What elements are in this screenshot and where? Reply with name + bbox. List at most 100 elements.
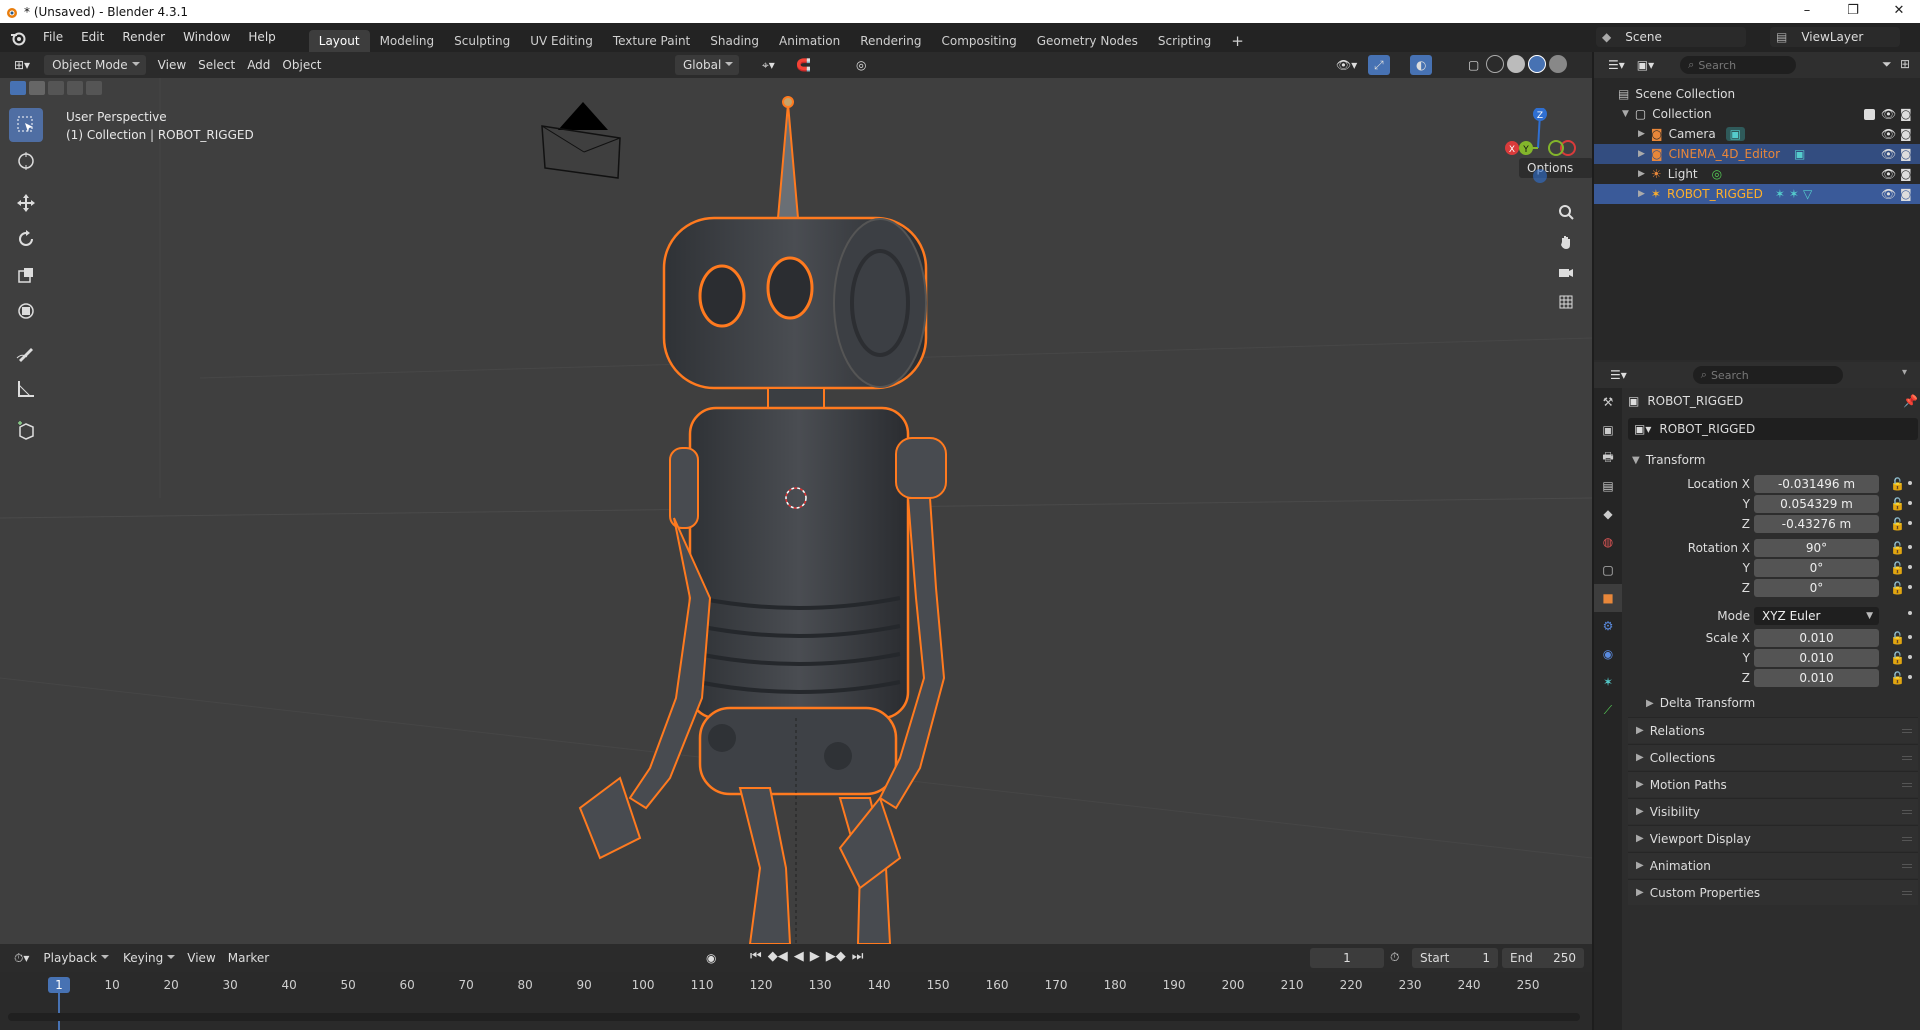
navigation-gizmo[interactable]: Z Y X <box>1498 108 1578 188</box>
expand-robot-icon[interactable]: ▶ <box>1638 189 1645 199</box>
menu-render[interactable]: Render <box>113 23 174 52</box>
hide-cinema-icon[interactable]: 👁 <box>1881 147 1896 161</box>
pivot-icon[interactable]: ⌖▾ <box>756 55 781 75</box>
data-tab-icon[interactable]: ⟋ <box>1594 696 1622 724</box>
gizmo-toggle-icon[interactable]: ⤢ <box>1368 55 1390 75</box>
drag-grip-icon[interactable] <box>1902 864 1912 868</box>
modifiers-tab-icon[interactable]: ⚙ <box>1594 612 1622 640</box>
cursor-tool[interactable] <box>9 144 43 178</box>
prev-key-icon[interactable]: ◆◀ <box>768 949 788 964</box>
end-frame-field[interactable]: End 250 <box>1502 948 1584 968</box>
physics-tab-icon[interactable]: ◉ <box>1594 640 1622 668</box>
delta-transform-subpanel[interactable]: ▶ Delta Transform <box>1646 690 1918 716</box>
ortho-grid-icon[interactable] <box>1552 288 1580 316</box>
world-tab-icon[interactable]: ◍ <box>1594 528 1622 556</box>
tab-compositing[interactable]: Compositing <box>931 30 1026 52</box>
tab-rendering[interactable]: Rendering <box>850 30 931 52</box>
restore-icon[interactable]: ❐ <box>1830 0 1876 23</box>
mode-dropdown[interactable]: Object Mode <box>44 55 146 75</box>
select-extend-icon[interactable] <box>29 81 45 95</box>
render-camera-icon[interactable]: ◙ <box>1900 127 1912 141</box>
filter-icon[interactable]: ⏷ <box>1882 57 1892 72</box>
expand-cinema-icon[interactable]: ▶ <box>1638 149 1645 159</box>
keyframe-dot[interactable] <box>1908 481 1912 485</box>
constraints-tab-icon[interactable]: ✶ <box>1594 668 1622 696</box>
timeline[interactable]: 10 20 30 40 50 60 70 80 90 100 110 120 130 140 150 160 1… <box>0 972 1592 1030</box>
properties-editor-icon[interactable]: ☰▾ <box>1604 365 1633 385</box>
menu-select[interactable]: Select <box>192 55 241 75</box>
rotate-tool[interactable] <box>9 222 43 256</box>
menu-keying[interactable]: Keying <box>115 948 181 968</box>
view-layer-selector[interactable]: ▤ ViewLayer <box>1770 27 1900 47</box>
outliner-search[interactable]: ⌕ Search <box>1680 56 1797 74</box>
lock-icon[interactable]: 🔓 <box>1890 477 1905 491</box>
collection-tab-icon[interactable]: ▢ <box>1594 556 1622 584</box>
rotation-z-field[interactable]: 0° <box>1754 579 1879 597</box>
tab-texture-paint[interactable]: Texture Paint <box>603 30 700 52</box>
solid-shading-icon[interactable] <box>1507 55 1525 73</box>
lock-icon[interactable]: 🔓 <box>1890 631 1905 645</box>
drag-grip-icon[interactable] <box>1902 810 1912 814</box>
keyframe-dot[interactable] <box>1908 655 1912 659</box>
blender-menu-icon[interactable] <box>10 30 26 46</box>
drag-grip-icon[interactable] <box>1902 837 1912 841</box>
scale-z-field[interactable]: 0.010 <box>1754 669 1879 687</box>
tab-uv-editing[interactable]: UV Editing <box>520 30 603 52</box>
pin-icon[interactable]: 📌 <box>1903 394 1918 408</box>
transform-tool[interactable] <box>9 294 43 328</box>
annotate-tool[interactable] <box>9 336 43 370</box>
snap-icon[interactable]: 🧲 <box>790 55 817 75</box>
select-subtract-icon[interactable] <box>48 81 64 95</box>
select-intersect-icon[interactable] <box>86 81 102 95</box>
tab-layout[interactable]: Layout <box>308 30 370 52</box>
collection-checkbox[interactable] <box>1864 108 1875 120</box>
lock-icon[interactable]: 🔓 <box>1890 561 1905 575</box>
jump-start-icon[interactable]: ⏮ <box>750 949 762 964</box>
location-z-field[interactable]: -0.43276 m <box>1754 515 1879 533</box>
robot-object[interactable] <box>578 96 947 944</box>
tab-shading[interactable]: Shading <box>700 30 769 52</box>
menu-object[interactable]: Object <box>276 55 327 75</box>
section-animation[interactable]: ▶ Animation <box>1628 852 1918 878</box>
tab-animation[interactable]: Animation <box>769 30 850 52</box>
object-browse-icon[interactable]: ▣▾ <box>1634 422 1651 436</box>
rotation-mode-dropdown[interactable]: XYZ Euler ▼ <box>1754 607 1879 625</box>
location-x-field[interactable]: -0.031496 m <box>1754 475 1879 493</box>
outliner-editor-icon[interactable]: ☰▾ <box>1602 55 1631 75</box>
keyframe-dot[interactable] <box>1908 611 1912 615</box>
visibility-icon[interactable]: 👁▾ <box>1330 55 1363 75</box>
add-cube-tool[interactable] <box>9 414 43 448</box>
scene-tab-icon[interactable]: ◆ <box>1594 500 1622 528</box>
section-visibility[interactable]: ▶ Visibility <box>1628 798 1918 824</box>
section-relations[interactable]: ▶ Relations <box>1628 717 1918 743</box>
menu-playback[interactable]: Playback <box>35 948 115 968</box>
tab-sculpting[interactable]: Sculpting <box>444 30 520 52</box>
current-frame-field[interactable]: 1 <box>1310 948 1384 968</box>
drag-grip-icon[interactable] <box>1902 783 1912 787</box>
render-cinema-icon[interactable]: ◙ <box>1900 147 1912 161</box>
object-name-field[interactable]: ▣▾ ROBOT_RIGGED <box>1628 418 1918 440</box>
properties-options-icon[interactable]: ▾ <box>1902 367 1907 378</box>
hide-light-icon[interactable]: 👁 <box>1881 167 1896 181</box>
drag-grip-icon[interactable] <box>1902 729 1912 733</box>
minimize-icon[interactable]: – <box>1784 0 1830 23</box>
editor-type-icon[interactable]: ⊞▾ <box>8 55 36 75</box>
hide-camera-icon[interactable]: 👁 <box>1881 127 1896 141</box>
lock-icon[interactable]: 🔓 <box>1890 517 1905 531</box>
tab-geometry-nodes[interactable]: Geometry Nodes <box>1027 30 1148 52</box>
timeline-editor-icon[interactable]: ⏱▾ <box>8 948 35 968</box>
scale-x-field[interactable]: 0.010 <box>1754 629 1879 647</box>
scale-tool[interactable] <box>9 258 43 292</box>
close-icon[interactable]: ✕ <box>1876 0 1920 23</box>
menu-file[interactable]: File <box>34 23 72 52</box>
expand-collection-icon[interactable]: ▼ <box>1622 109 1629 119</box>
timeline-scrollbar[interactable] <box>8 1013 1580 1021</box>
render-tab-icon[interactable]: ▣ <box>1594 416 1622 444</box>
lock-icon[interactable]: 🔓 <box>1890 497 1905 511</box>
camera-data-icon[interactable]: ▣ <box>1725 127 1746 141</box>
zoom-icon[interactable] <box>1552 198 1580 226</box>
menu-view[interactable]: View <box>152 55 192 75</box>
keyframe-dot[interactable] <box>1908 521 1912 525</box>
move-tool[interactable] <box>9 186 43 220</box>
playhead[interactable]: 1 <box>48 977 70 993</box>
